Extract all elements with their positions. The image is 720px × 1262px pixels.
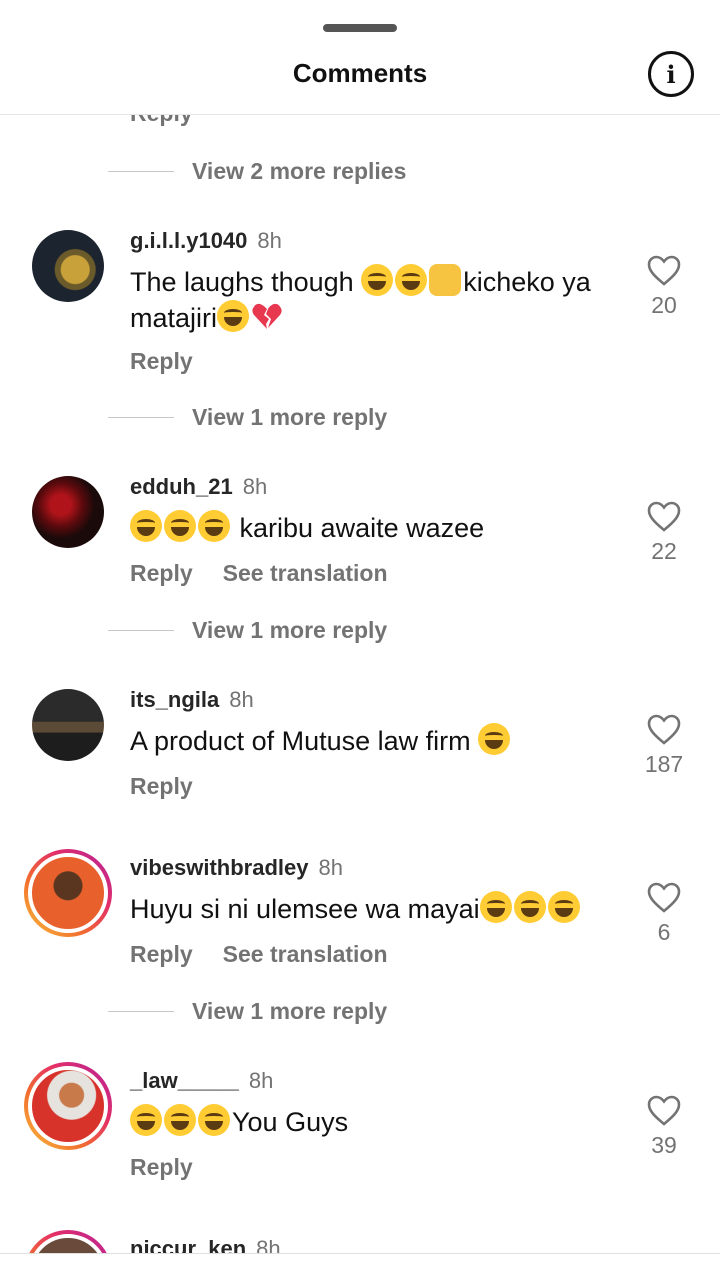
view-more-replies[interactable]: View 1 more reply bbox=[108, 615, 387, 645]
like-button[interactable]: 22 bbox=[636, 501, 692, 565]
thread-line bbox=[108, 1010, 174, 1012]
avatar bbox=[28, 853, 108, 933]
like-count: 187 bbox=[644, 751, 684, 777]
thread-line bbox=[108, 629, 174, 631]
laughing-emoji-icon bbox=[513, 891, 546, 923]
comment-time: 8h bbox=[242, 474, 268, 499]
comment-text: A product of Mutuse law firm bbox=[130, 723, 630, 759]
avatar[interactable] bbox=[32, 230, 104, 302]
heart-icon bbox=[647, 882, 681, 913]
comment-username[interactable]: edduh_21 8h bbox=[130, 474, 267, 500]
comment-time: 8h bbox=[248, 1068, 274, 1093]
reply-button[interactable]: Reply bbox=[130, 560, 193, 586]
see-translation-button[interactable]: See translation bbox=[223, 941, 388, 967]
info-icon[interactable]: i bbox=[648, 51, 694, 97]
laughing-emoji-icon bbox=[217, 300, 250, 332]
avatar[interactable] bbox=[32, 689, 104, 761]
comments-header: Comments i bbox=[0, 0, 720, 115]
laughing-emoji-icon bbox=[547, 891, 580, 923]
avatar-story-ring[interactable] bbox=[24, 1062, 112, 1150]
laughing-emoji-icon bbox=[395, 264, 428, 296]
laughing-emoji-icon bbox=[130, 510, 162, 542]
comment-username[interactable]: vibeswithbradley 8h bbox=[130, 855, 343, 881]
bottom-edge bbox=[0, 1253, 720, 1262]
laughing-emoji-icon bbox=[130, 1104, 162, 1136]
heart-icon bbox=[647, 714, 681, 745]
reply-button[interactable]: Reply bbox=[130, 773, 193, 799]
reply-button[interactable]: Reply bbox=[130, 1154, 193, 1180]
like-button[interactable]: 187 bbox=[636, 714, 692, 778]
heart-icon bbox=[647, 255, 681, 286]
laughing-emoji-icon bbox=[198, 510, 230, 542]
comment-username[interactable]: g.i.l.l.y1040 8h bbox=[130, 228, 282, 254]
comment-text: karibu awaite wazee bbox=[130, 510, 630, 546]
comments-list[interactable]: Reply View 2 more replies g.i.l.l.y10408… bbox=[0, 0, 720, 1255]
see-translation-button[interactable]: See translation bbox=[223, 560, 388, 586]
heart-icon bbox=[647, 1095, 681, 1126]
comment-actions: Reply See translation bbox=[130, 560, 388, 587]
view-more-replies[interactable]: View 1 more reply bbox=[108, 996, 387, 1026]
comment-text: You Guys bbox=[130, 1104, 630, 1140]
laughing-emoji-icon bbox=[164, 1104, 196, 1136]
thread-line bbox=[108, 416, 174, 418]
like-count: 22 bbox=[651, 538, 677, 564]
broken-heart-emoji-icon bbox=[252, 303, 282, 329]
like-button[interactable]: 6 bbox=[636, 882, 692, 946]
avatar-story-ring[interactable] bbox=[24, 1230, 112, 1255]
view-more-replies[interactable]: View 1 more reply bbox=[108, 402, 387, 432]
header-title: Comments bbox=[292, 58, 428, 88]
avatar bbox=[28, 1066, 108, 1146]
avatar bbox=[28, 1234, 108, 1255]
comment-text: Huyu si ni ulemsee wa mayai bbox=[130, 891, 630, 927]
like-count: 6 bbox=[657, 919, 671, 945]
comment-actions: Reply bbox=[130, 348, 193, 375]
comment-username[interactable]: _law_____ 8h bbox=[130, 1068, 273, 1094]
comment-username[interactable]: its_ngila 8h bbox=[130, 687, 254, 713]
like-button[interactable]: 39 bbox=[636, 1095, 692, 1159]
reply-button[interactable]: Reply bbox=[130, 348, 193, 374]
comment-text: The laughs though kicheko ya matajiri bbox=[130, 264, 630, 336]
heart-icon bbox=[647, 501, 681, 532]
comment-time: 8h bbox=[229, 687, 254, 712]
comment-time: 8h bbox=[257, 228, 282, 253]
reply-button[interactable]: Reply bbox=[130, 941, 193, 967]
laughing-emoji-icon bbox=[478, 723, 511, 755]
avatar-story-ring[interactable] bbox=[24, 849, 112, 937]
like-count: 39 bbox=[651, 1132, 677, 1158]
comment-actions: Reply See translation bbox=[130, 941, 388, 968]
thread-line bbox=[108, 170, 174, 172]
view-more-replies[interactable]: View 2 more replies bbox=[108, 156, 406, 186]
comment-actions: Reply bbox=[130, 1154, 193, 1181]
avatar[interactable] bbox=[32, 476, 104, 548]
laughing-emoji-icon bbox=[479, 891, 512, 923]
laughing-emoji-icon bbox=[198, 1104, 230, 1136]
like-button[interactable]: 20 bbox=[636, 255, 692, 319]
drag-handle[interactable] bbox=[323, 24, 397, 32]
laughing-emoji-icon bbox=[164, 510, 196, 542]
raised-hands-emoji-icon bbox=[429, 264, 462, 296]
laughing-emoji-icon bbox=[361, 264, 394, 296]
comment-time: 8h bbox=[318, 855, 343, 880]
like-count: 20 bbox=[651, 292, 677, 318]
comment-actions: Reply bbox=[130, 773, 193, 800]
